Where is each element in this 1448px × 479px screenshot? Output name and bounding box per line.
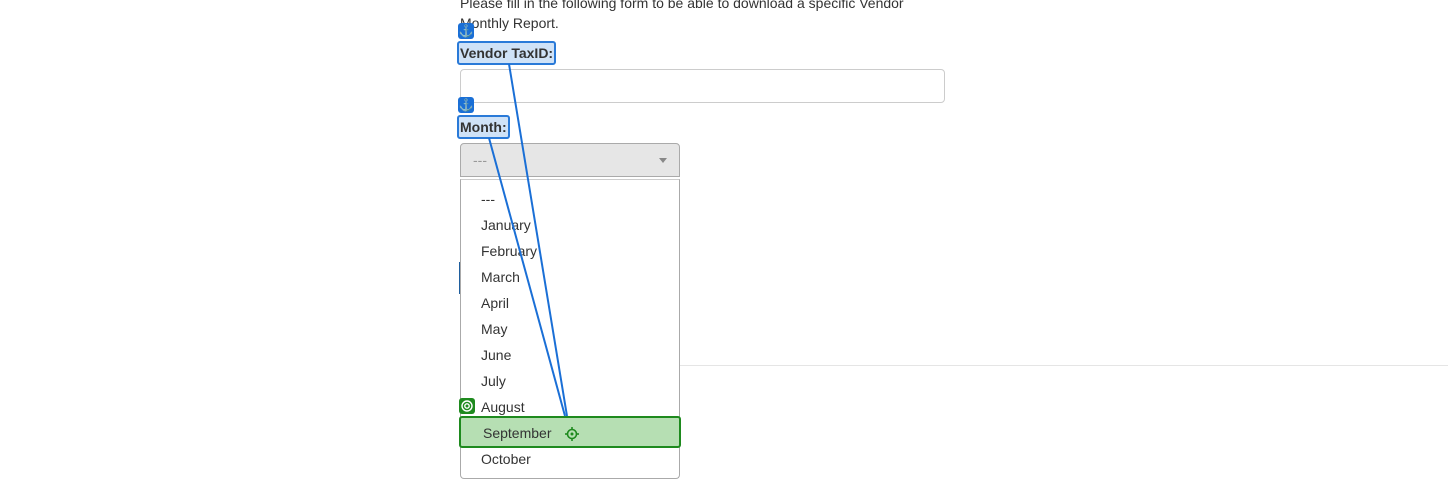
month-option[interactable]: March [461, 264, 679, 290]
vendor-taxid-label: Vendor TaxID: [457, 41, 557, 65]
chevron-down-icon [659, 158, 667, 163]
month-option-september-highlighted[interactable]: September [459, 416, 681, 448]
anchor-icon: ⚓ [458, 23, 474, 39]
divider [680, 365, 1448, 366]
month-option[interactable]: July [461, 368, 679, 394]
month-option-label: September [483, 425, 552, 441]
month-option[interactable]: --- [461, 186, 679, 212]
target-badge-icon [459, 398, 475, 414]
month-option[interactable]: April [461, 290, 679, 316]
month-option[interactable]: June [461, 342, 679, 368]
crosshair-target-icon [565, 427, 580, 442]
target-ring-icon [461, 400, 473, 412]
month-select-value: --- [473, 152, 487, 168]
form-intro-text: Please fill in the following form to be … [460, 0, 904, 31]
anchor-icon: ⚓ [458, 97, 474, 113]
month-option[interactable]: February [461, 238, 679, 264]
month-dropdown-list[interactable]: --- January February March April May Jun… [459, 179, 681, 479]
month-option[interactable]: January [461, 212, 679, 238]
vendor-taxid-input[interactable] [460, 69, 945, 103]
month-option[interactable]: May [461, 316, 679, 342]
month-select[interactable]: --- [460, 143, 680, 177]
month-option[interactable]: October [461, 446, 679, 472]
month-label: Month: [457, 115, 510, 139]
